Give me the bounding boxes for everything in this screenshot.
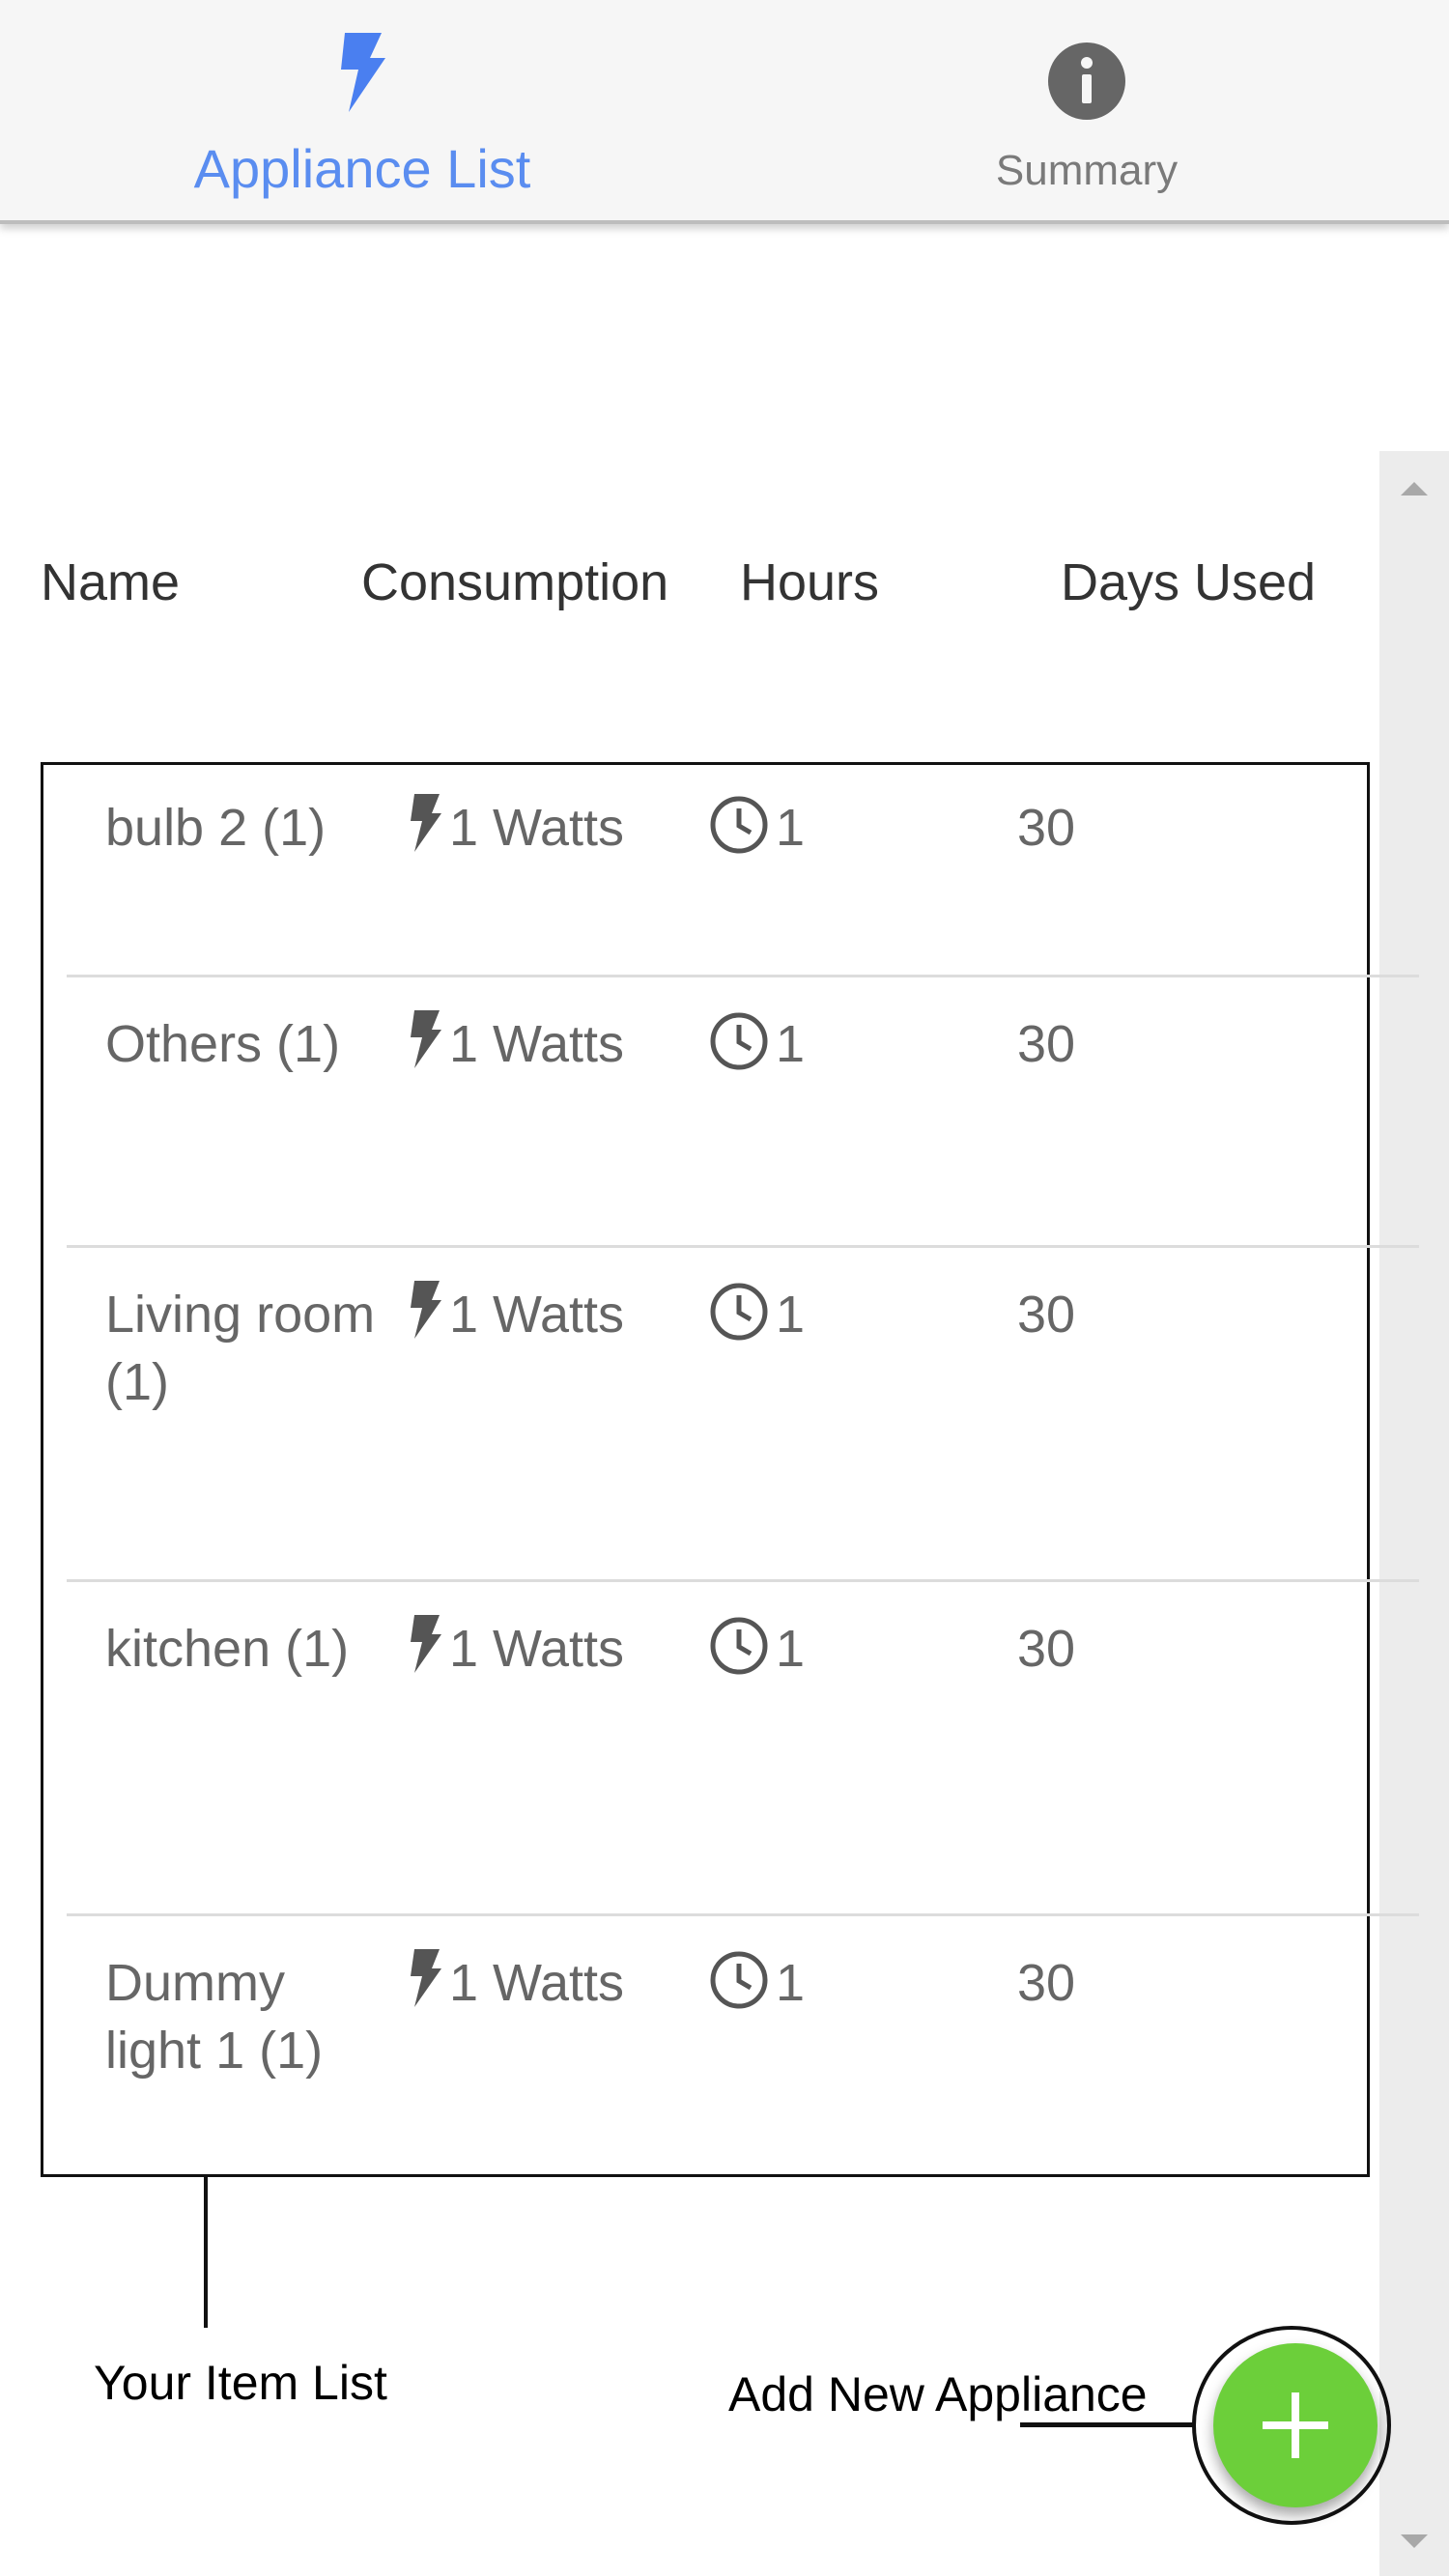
column-header-hours: Hours <box>740 553 880 611</box>
appliance-days-used: 30 <box>1017 799 1076 857</box>
appliance-name: Others (1) <box>105 1015 341 1073</box>
appliance-days-used: 30 <box>1017 1620 1076 1678</box>
add-appliance-callout-label: Add New Appliance <box>728 2367 1148 2421</box>
lightning-bolt-icon <box>411 794 441 852</box>
column-header-consumption: Consumption <box>361 553 669 611</box>
appliance-hours: 1 <box>776 1620 806 1678</box>
appliance-days-used: 30 <box>1017 1954 1076 2012</box>
appliance-name: bulb 2 (1) <box>105 799 327 857</box>
plus-icon <box>1263 2392 1328 2458</box>
appliance-hours: 1 <box>776 1286 806 1344</box>
scroll-down-arrow-icon[interactable] <box>1401 2534 1428 2548</box>
lightning-bolt-icon <box>341 33 385 112</box>
lightning-bolt-icon <box>411 1281 441 1339</box>
scroll-up-arrow-icon[interactable] <box>1401 482 1428 495</box>
appliance-hours: 1 <box>776 1954 806 2012</box>
appliance-consumption: 1 Watts <box>449 1620 625 1678</box>
clock-icon <box>710 1283 768 1341</box>
clock-icon <box>710 796 768 854</box>
list-item[interactable]: Dummy light 1 (1) 1 Watts 1 30 <box>43 1916 1367 2177</box>
appliance-consumption: 1 Watts <box>449 1286 625 1344</box>
appliance-hours: 1 <box>776 799 806 857</box>
lightning-bolt-icon <box>411 1615 441 1673</box>
clock-icon <box>710 1012 768 1070</box>
appliance-list: bulb 2 (1) 1 Watts 1 30 Others (1) 1 Wat… <box>41 762 1419 2177</box>
tab-bar: Appliance List Summary <box>0 0 1449 224</box>
add-appliance-button[interactable] <box>1213 2343 1378 2507</box>
tab-appliance-list[interactable]: Appliance List <box>0 0 724 224</box>
appliance-consumption: 1 Watts <box>449 1015 625 1073</box>
lightning-bolt-icon <box>411 1949 441 2007</box>
column-header-name: Name <box>41 553 181 611</box>
appliance-consumption: 1 Watts <box>449 799 625 857</box>
appliance-name: Dummy light 1 (1) <box>105 1954 324 2080</box>
tab-summary-label: Summary <box>995 147 1179 194</box>
list-item[interactable]: bulb 2 (1) 1 Watts 1 30 <box>43 765 1419 977</box>
tab-appliance-list-label: Appliance List <box>193 138 531 199</box>
list-item[interactable]: Living room (1) 1 Watts 1 30 <box>43 1248 1419 1582</box>
appliance-hours: 1 <box>776 1015 806 1073</box>
tab-summary[interactable]: Summary <box>724 0 1449 224</box>
appliance-name: Living room (1) <box>105 1286 376 1411</box>
column-header-days-used: Days Used <box>1061 553 1317 611</box>
lightning-bolt-icon <box>411 1010 441 1068</box>
list-item[interactable]: kitchen (1) 1 Watts 1 30 <box>43 1582 1419 1916</box>
item-list-callout-line <box>204 2177 208 2328</box>
vertical-scrollbar[interactable] <box>1379 451 1449 2576</box>
clock-icon <box>710 1951 768 2009</box>
add-appliance-callout-line <box>1020 2422 1194 2427</box>
info-icon <box>1048 42 1125 120</box>
appliance-name: kitchen (1) <box>105 1620 350 1678</box>
item-list-callout-label: Your Item List <box>94 2356 387 2410</box>
clock-icon <box>710 1617 768 1675</box>
list-item[interactable]: Others (1) 1 Watts 1 30 <box>43 977 1419 1248</box>
appliance-days-used: 30 <box>1017 1286 1076 1344</box>
appliance-consumption: 1 Watts <box>449 1954 625 2012</box>
appliance-days-used: 30 <box>1017 1015 1076 1073</box>
